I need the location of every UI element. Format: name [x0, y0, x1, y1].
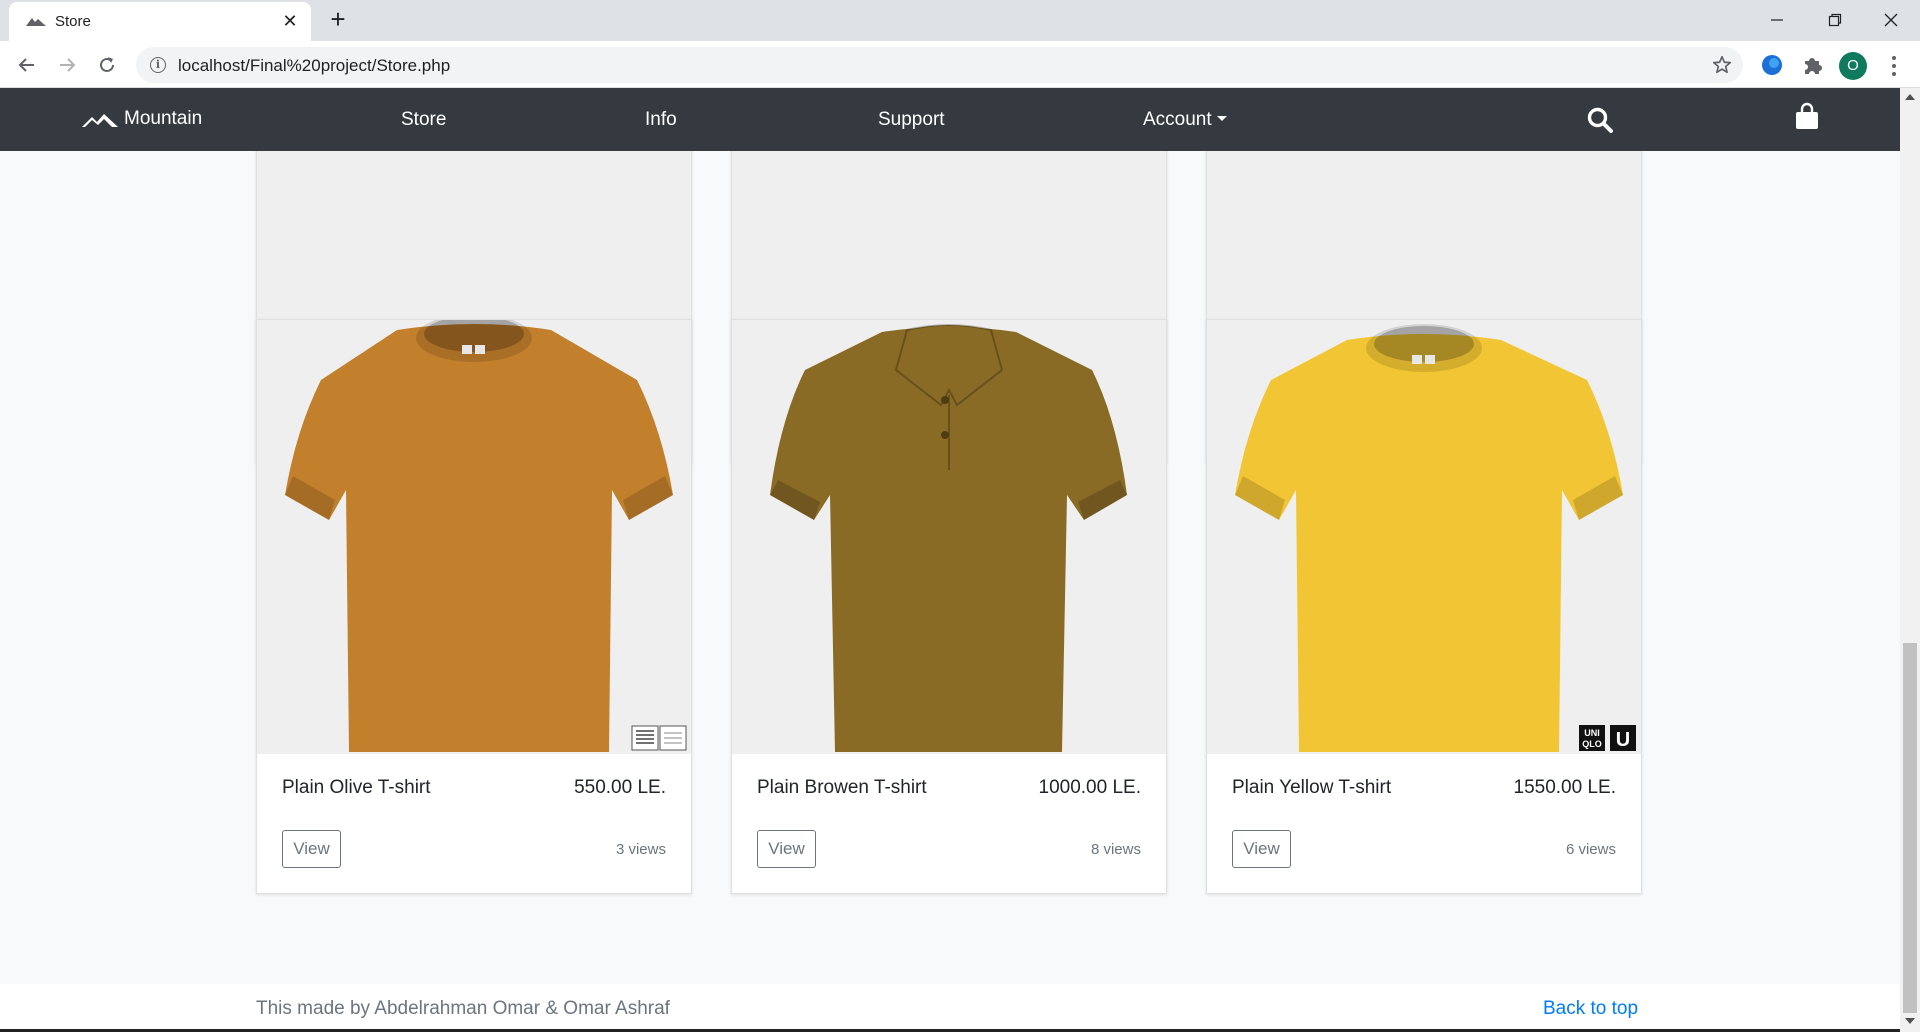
minimize-button[interactable] [1748, 2, 1806, 38]
back-icon[interactable] [13, 51, 41, 79]
scroll-up-arrow-icon[interactable] [1905, 94, 1915, 100]
mountain-favicon-icon [26, 18, 46, 26]
brand-tag-logo [631, 725, 687, 756]
forward-icon[interactable] [53, 51, 81, 79]
info-icon[interactable]: i [150, 57, 166, 73]
tab-close-icon[interactable]: ✕ [279, 10, 301, 32]
product-price: 1550.00 LE. [1513, 777, 1616, 798]
mountain-logo-icon [82, 114, 118, 127]
url-text[interactable]: localhost/Final%20project/Store.php [178, 56, 450, 76]
svg-text:QLO: QLO [1582, 739, 1602, 749]
svg-text:U: U [1616, 729, 1630, 751]
scrollbar-thumb[interactable] [1903, 643, 1917, 1013]
product-name: Plain Yellow T-shirt [1232, 777, 1392, 798]
browser-toolbar: i localhost/Final%20project/Store.php O [0, 41, 1920, 88]
restore-button[interactable] [1806, 2, 1864, 38]
search-icon[interactable] [1586, 106, 1614, 134]
product-name: Plain Browen T-shirt [757, 777, 927, 798]
bookmark-star-icon[interactable] [1711, 54, 1733, 76]
site-navbar: Mountain Store Info Support Account [0, 88, 1900, 151]
footer-credit: This made by Abdelrahman Omar & Omar Ash… [256, 998, 670, 1019]
address-bar[interactable]: i localhost/Final%20project/Store.php [136, 47, 1743, 83]
page-viewport: Pocket Teal T-shirt250.00 LE.View4 views… [0, 88, 1900, 1032]
product-image[interactable] [732, 320, 1166, 754]
extensions-puzzle-icon[interactable] [1800, 52, 1826, 78]
nav-link-info[interactable]: Info [645, 109, 677, 131]
product-views: 3 views [615, 841, 666, 858]
product-price: 1000.00 LE. [1038, 777, 1141, 798]
browser-menu-icon[interactable] [1886, 53, 1902, 79]
nav-link-support[interactable]: Support [878, 109, 945, 131]
product-card: Plain Olive T-shirt 550.00 LE. View 3 views [256, 319, 692, 894]
browser-tab-strip: Store ✕ + [0, 0, 1920, 41]
product-name: Plain Olive T-shirt [282, 777, 431, 798]
uniqlo-logo: UNI QLO U [1579, 725, 1637, 756]
reload-icon[interactable] [93, 51, 121, 79]
view-button[interactable]: View [757, 830, 816, 868]
svg-text:UNI: UNI [1584, 728, 1600, 738]
product-image[interactable] [1207, 320, 1641, 754]
edge-extension-icon[interactable] [1759, 52, 1785, 78]
product-views: 6 views [1565, 841, 1616, 858]
browser-tab[interactable]: Store ✕ [9, 2, 311, 41]
new-tab-button[interactable]: + [325, 6, 351, 33]
shopping-bag-icon[interactable] [1794, 102, 1820, 132]
account-label: Account [1143, 109, 1212, 130]
nav-link-store[interactable]: Store [401, 109, 446, 131]
site-footer: This made by Abdelrahman Omar & Omar Ash… [0, 984, 1900, 1032]
dropdown-caret-icon [1216, 116, 1227, 121]
view-button[interactable]: View [282, 830, 341, 868]
product-card: Plain Browen T-shirt 1000.00 LE. View 8 vie… [731, 319, 1167, 894]
scroll-down-arrow-icon[interactable] [1905, 1018, 1915, 1024]
nav-link-account[interactable]: Account [1143, 109, 1227, 131]
product-card: UNI QLO U Plain Yellow T-shirt 1550.00 LE. Vi… [1206, 319, 1642, 894]
product-image[interactable] [257, 320, 691, 754]
close-window-button[interactable] [1862, 2, 1920, 38]
product-price: 550.00 LE. [574, 777, 666, 798]
product-views: 8 views [1090, 841, 1141, 858]
back-to-top-link[interactable]: Back to top [1543, 998, 1638, 1020]
page-scrollbar[interactable] [1900, 88, 1920, 1032]
profile-avatar[interactable]: O [1839, 52, 1867, 80]
brand-name: Mountain [124, 108, 203, 129]
view-button[interactable]: View [1232, 830, 1291, 868]
tab-title: Store [55, 13, 91, 30]
